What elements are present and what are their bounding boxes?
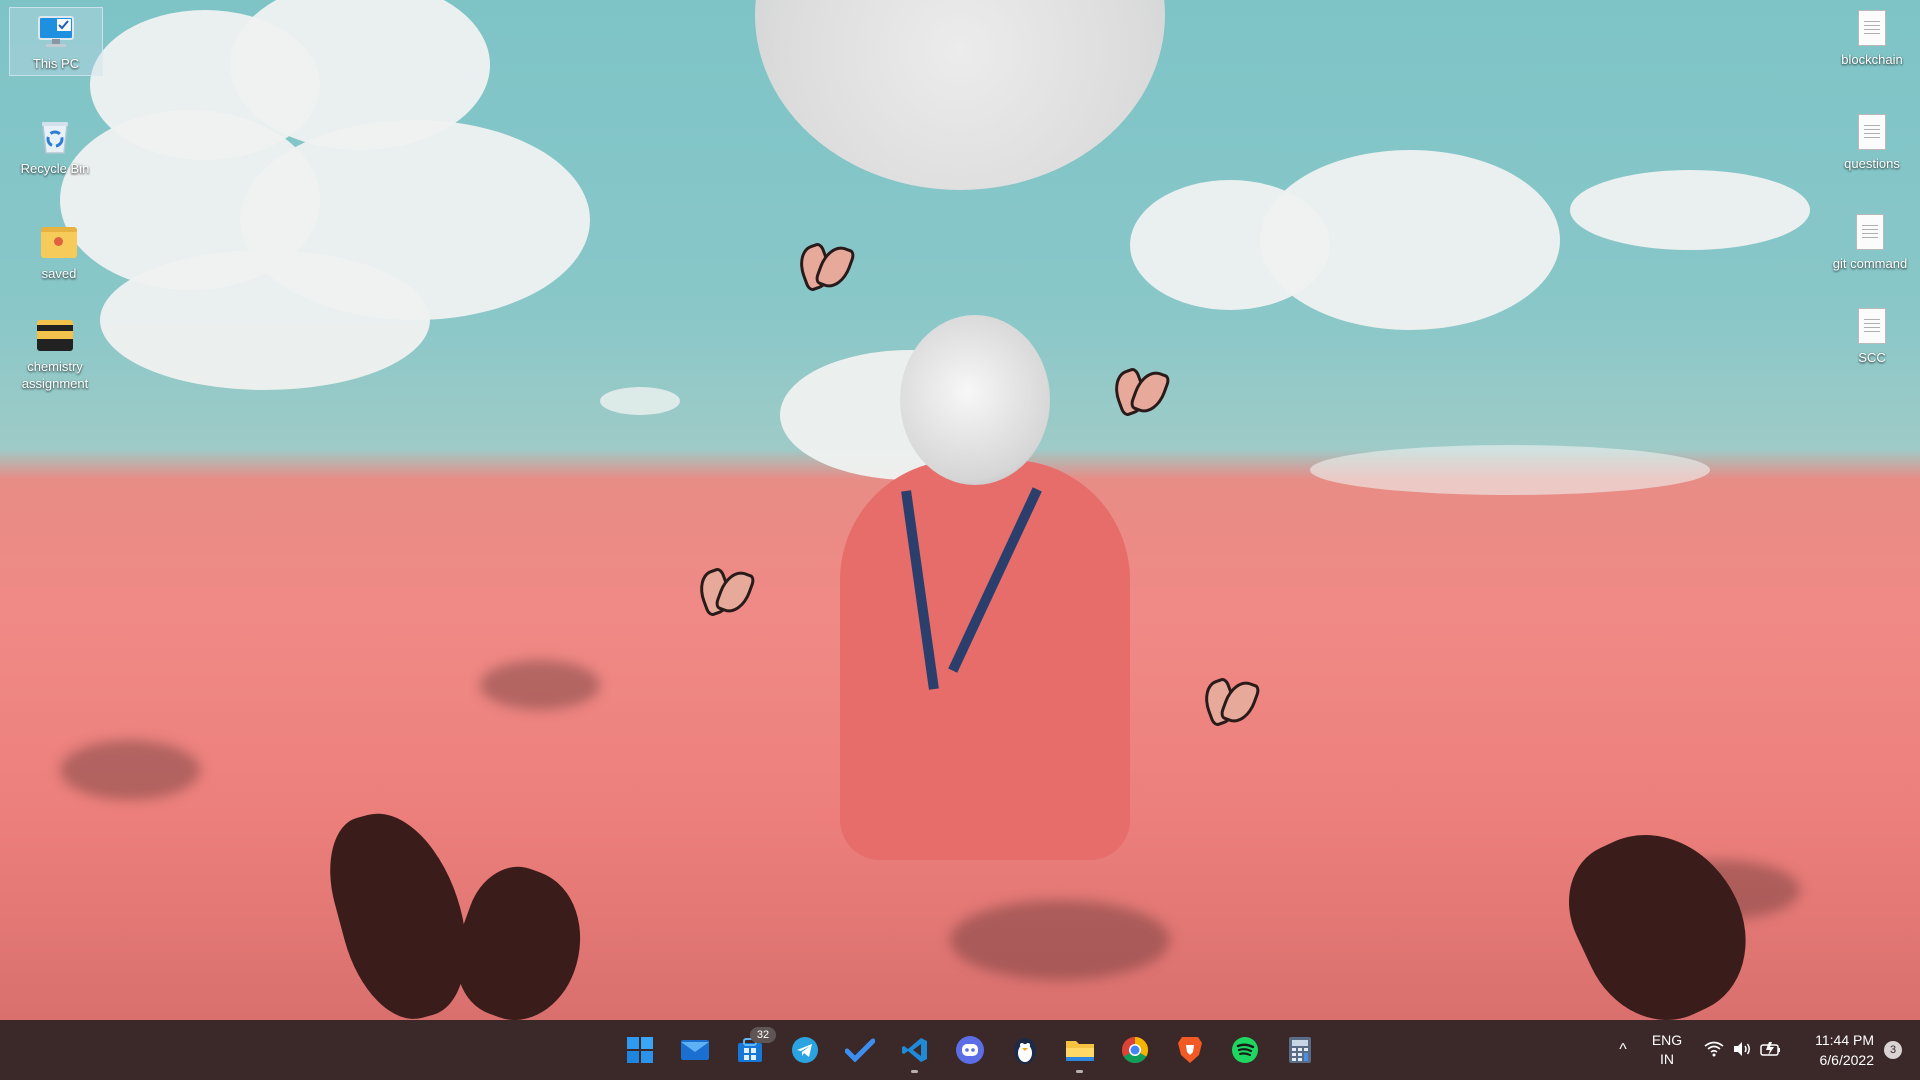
desktop-icon-label: git command xyxy=(1832,256,1908,271)
folder-dark-icon xyxy=(35,315,75,355)
quick-settings-button[interactable] xyxy=(1696,1041,1790,1060)
taskbar-spotify-button[interactable] xyxy=(1217,1025,1272,1075)
clock-date: 6/6/2022 xyxy=(1819,1052,1875,1068)
taskbar: 32 ^ ENG IN 11:44 PM 6/6/2022 3 xyxy=(0,1020,1920,1080)
taskbar-file-explorer-button[interactable] xyxy=(1052,1025,1107,1075)
vscode-icon xyxy=(900,1035,930,1065)
text-document-icon xyxy=(1852,8,1892,48)
taskbar-vscode-button[interactable] xyxy=(887,1025,942,1075)
wallpaper-cloud xyxy=(1260,150,1560,330)
desktop-icon-label: blockchain xyxy=(1841,52,1903,67)
notification-count-badge[interactable]: 3 xyxy=(1884,1041,1902,1059)
desktop-icon-questions[interactable]: questions xyxy=(1826,108,1918,175)
taskbar-telegram-button[interactable] xyxy=(777,1025,832,1075)
desktop-icon-scc[interactable]: SCC xyxy=(1826,302,1918,369)
taskbar-brave-button[interactable] xyxy=(1162,1025,1217,1075)
desktop-icon-label: questions xyxy=(1844,156,1900,171)
volume-icon xyxy=(1732,1041,1752,1060)
wallpaper-big-wing xyxy=(1547,805,1773,1020)
clock[interactable]: 11:44 PM 6/6/2022 xyxy=(1790,1030,1884,1070)
desktop-icon-saved[interactable]: saved xyxy=(13,218,105,285)
wallpaper-shadow xyxy=(950,900,1170,980)
calculator-icon xyxy=(1285,1035,1315,1065)
desktop-icon-label: saved xyxy=(41,266,77,281)
taskbar-apps: 32 xyxy=(612,1020,1327,1080)
chrome-icon xyxy=(1120,1035,1150,1065)
taskbar-mail-button[interactable] xyxy=(667,1025,722,1075)
folder-icon xyxy=(39,222,79,262)
recycle-bin-icon xyxy=(35,117,75,157)
desktop-icon-blockchain[interactable]: blockchain xyxy=(1826,4,1918,71)
wallpaper-butterfly xyxy=(800,245,850,285)
language-region: IN xyxy=(1660,1051,1674,1067)
telegram-icon xyxy=(790,1035,820,1065)
clock-time: 11:44 PM xyxy=(1815,1032,1874,1048)
wallpaper-cloud xyxy=(600,387,680,415)
penguin-icon xyxy=(1010,1035,1040,1065)
desktop-icon-chemistry-assignment[interactable]: chemistry assignment xyxy=(9,311,101,395)
language-code: ENG xyxy=(1651,1032,1683,1048)
brave-icon xyxy=(1175,1035,1205,1065)
show-hidden-icons-button[interactable]: ^ xyxy=(1608,1035,1638,1065)
taskbar-discord-button[interactable] xyxy=(942,1025,997,1075)
text-document-icon xyxy=(1852,112,1892,152)
desktop[interactable]: This PC Recycle Bin saved chemistry assi… xyxy=(0,0,1920,1020)
start-button[interactable] xyxy=(612,1025,667,1075)
desktop-icon-label: This PC xyxy=(32,56,80,71)
desktop-icon-label: Recycle Bin xyxy=(20,161,90,176)
wallpaper-astronaut xyxy=(840,460,1130,860)
running-indicator xyxy=(1076,1070,1083,1073)
system-tray: ^ ENG IN 11:44 PM 6/6/2022 3 xyxy=(1608,1020,1920,1080)
wallpaper-moon xyxy=(755,0,1165,190)
wallpaper-astronaut-helmet xyxy=(900,315,1050,485)
taskbar-calculator-button[interactable] xyxy=(1272,1025,1327,1075)
text-document-icon xyxy=(1852,306,1892,346)
wallpaper-shadow xyxy=(480,660,600,710)
wallpaper-big-wing xyxy=(437,854,603,1020)
discord-icon xyxy=(955,1035,985,1065)
wallpaper-butterfly xyxy=(1205,680,1255,720)
folder-icon xyxy=(1065,1035,1095,1065)
spotify-icon xyxy=(1230,1035,1260,1065)
taskbar-chrome-button[interactable] xyxy=(1107,1025,1162,1075)
desktop-icon-label: chemistry assignment xyxy=(21,359,89,391)
taskbar-todo-button[interactable] xyxy=(832,1025,887,1075)
taskbar-penguin-button[interactable] xyxy=(997,1025,1052,1075)
checkmark-icon xyxy=(844,1035,875,1065)
desktop-icon-this-pc[interactable]: This PC xyxy=(9,7,103,76)
desktop-icon-recycle-bin[interactable]: Recycle Bin xyxy=(9,113,101,180)
wallpaper-cloud xyxy=(100,250,430,390)
wallpaper-cloud xyxy=(1310,445,1710,495)
mail-icon xyxy=(680,1035,710,1065)
wallpaper-butterfly xyxy=(700,570,750,610)
desktop-icon-git-command[interactable]: git command xyxy=(1824,208,1916,275)
battery-charging-icon xyxy=(1760,1041,1782,1060)
wallpaper-butterfly xyxy=(1115,370,1165,410)
wallpaper-cloud xyxy=(1570,170,1810,250)
taskbar-store-button[interactable]: 32 xyxy=(722,1025,777,1075)
running-indicator xyxy=(911,1070,918,1073)
wifi-icon xyxy=(1704,1041,1724,1060)
desktop-icon-label: SCC xyxy=(1858,350,1886,365)
monitor-icon xyxy=(36,12,76,52)
chevron-up-icon: ^ xyxy=(1619,1041,1627,1058)
wallpaper-big-wing xyxy=(314,798,486,1020)
windows-start-icon xyxy=(625,1035,655,1065)
language-indicator[interactable]: ENG IN xyxy=(1638,1031,1696,1069)
store-badge: 32 xyxy=(750,1027,776,1043)
wallpaper-shadow xyxy=(60,740,200,800)
text-document-icon xyxy=(1850,212,1890,252)
